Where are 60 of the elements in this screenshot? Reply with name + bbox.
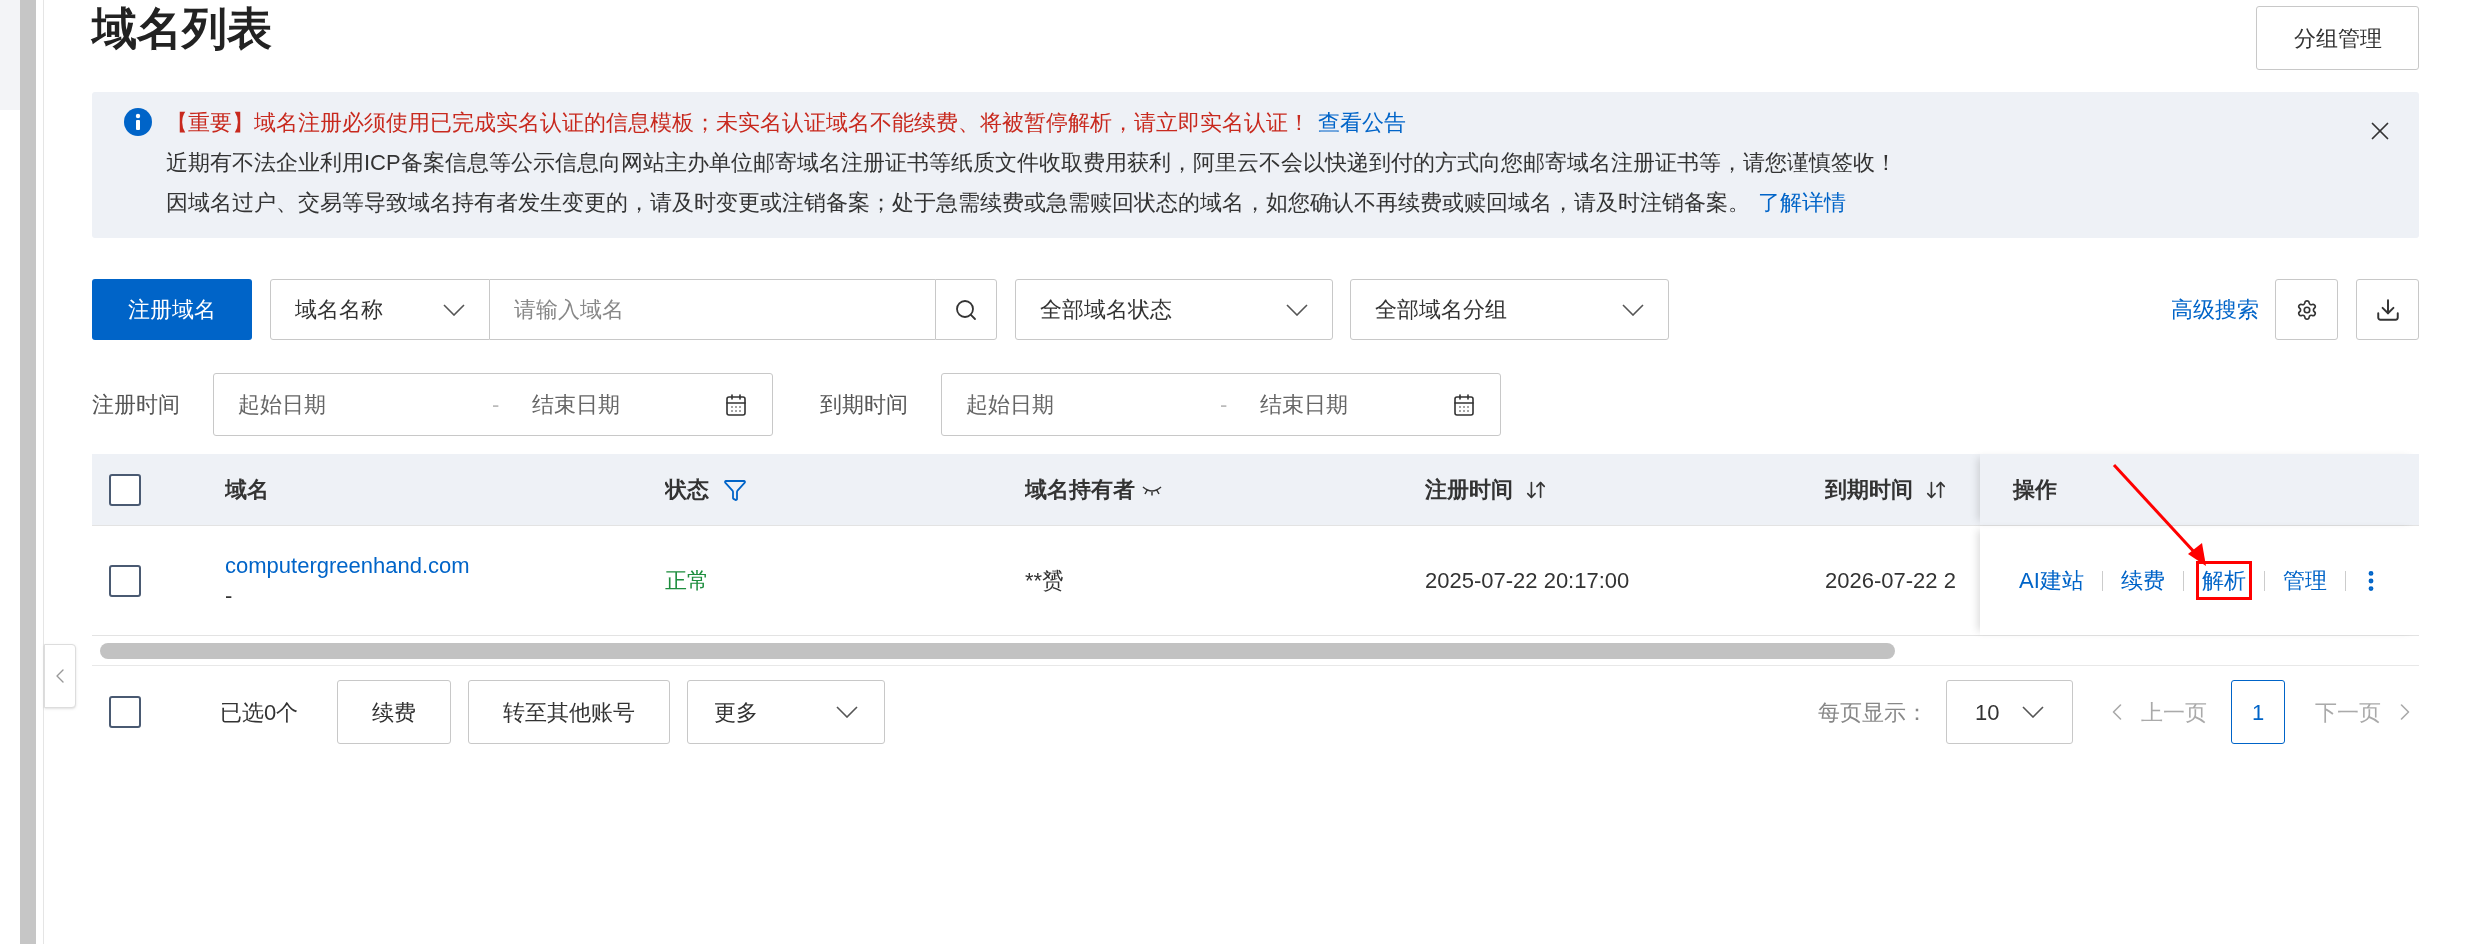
action-link[interactable]: 解析 bbox=[2195, 561, 2252, 600]
date-range-field[interactable]: 起始日期 - 结束日期 bbox=[941, 373, 1501, 436]
action-link[interactable]: AI建站 bbox=[2013, 561, 2090, 600]
settings-button[interactable] bbox=[2275, 279, 2338, 340]
closed-eye-icon[interactable] bbox=[1141, 483, 1163, 496]
scrollbar[interactable] bbox=[20, 0, 36, 944]
notice-text: 【重要】域名注册必须使用已完成实名认证的信息模板；未实名认证域名不能续费、将被暂停解析，请立即实名认证！ bbox=[166, 108, 1310, 137]
page-size-select[interactable]: 10 bbox=[1946, 680, 2073, 744]
date-range-field[interactable]: 起始日期 - 结束日期 bbox=[213, 373, 773, 436]
more-select[interactable]: 更多 bbox=[687, 680, 885, 744]
status-select[interactable]: 全部域名状态 bbox=[1015, 279, 1333, 340]
table-cell-text: **赟 bbox=[1025, 567, 1065, 595]
download-button[interactable] bbox=[2356, 279, 2419, 340]
group-management-button[interactable]: 分组管理 bbox=[2256, 6, 2419, 70]
chevron-down-icon bbox=[1286, 303, 1308, 316]
filter-icon[interactable] bbox=[723, 477, 747, 502]
notice-text: 因域名过户、交易等导致域名持有者发生变更的，请及时变更或注销备案；处于急需续费或急需赎回状态的域名，如您确认不再续费或赎回域名，请及时注销备案。 bbox=[166, 188, 1750, 217]
checkbox[interactable] bbox=[109, 564, 141, 597]
column-header: 注册时间 bbox=[1425, 476, 1513, 504]
column-header: 域名持有者 bbox=[1025, 476, 1135, 504]
notice-link[interactable]: 查看公告 bbox=[1318, 105, 1406, 139]
date-filter-label: 到期时间 bbox=[820, 391, 909, 419]
table-cell-text: 2026-07-22 2 bbox=[1825, 567, 1956, 595]
page-size-label: 每页显示： bbox=[1818, 698, 1928, 727]
batch-action-button[interactable]: 转至其他账号 bbox=[468, 680, 670, 744]
domain-search-field[interactable]: 请输入域名 bbox=[490, 279, 935, 340]
chevron-down-icon bbox=[443, 303, 465, 316]
info-icon bbox=[124, 108, 152, 136]
notice-text: 近期有不法企业利用ICP备案信息等公示信息向网站主办单位邮寄域名注册证书等纸质文件收取费用获利，阿里云不会以快递到付的方式向您邮寄域名注册证书等，请您谨慎签收！ bbox=[166, 148, 1897, 177]
column-header: 到期时间 bbox=[1825, 476, 1913, 504]
selected-count: 已选0个 bbox=[220, 698, 300, 727]
chevron-down-icon bbox=[1622, 303, 1644, 316]
chevron-down-icon bbox=[2022, 706, 2044, 718]
column-header: 域名 bbox=[225, 476, 269, 504]
group-select[interactable]: 全部域名分组 bbox=[1350, 279, 1669, 340]
page-button[interactable]: 1 bbox=[2231, 680, 2285, 744]
chevron-down-icon bbox=[836, 706, 858, 718]
calendar-icon bbox=[1452, 392, 1476, 417]
download-icon bbox=[2374, 296, 2401, 323]
batch-action-button[interactable]: 续费 bbox=[337, 680, 451, 744]
column-header: 操作 bbox=[2013, 476, 2057, 504]
checkbox[interactable] bbox=[109, 696, 141, 728]
register-domain-button[interactable]: 注册域名 bbox=[92, 279, 252, 340]
search-icon bbox=[954, 297, 978, 322]
table-cell-text: 2025-07-22 20:17:00 bbox=[1425, 567, 1630, 595]
checkbox[interactable] bbox=[109, 473, 141, 506]
settings-icon bbox=[2295, 298, 2318, 321]
search-button[interactable] bbox=[935, 279, 997, 340]
status-text: 正常 bbox=[665, 567, 709, 595]
action-link[interactable]: 管理 bbox=[2276, 561, 2333, 600]
search-type-select[interactable]: 域名名称 bbox=[270, 279, 490, 340]
domain-remark: - bbox=[225, 581, 233, 610]
page-title: 域名列表 bbox=[92, 2, 272, 56]
notice-link[interactable]: 了解详情 bbox=[1758, 185, 1846, 219]
domain-link[interactable]: computergreenhand.com bbox=[225, 550, 665, 581]
advanced-search-link[interactable]: 高级搜索 bbox=[2171, 293, 2259, 326]
horizontal-scrollbar[interactable] bbox=[100, 642, 1895, 659]
date-filter-label: 注册时间 bbox=[92, 391, 181, 419]
calendar-icon bbox=[724, 392, 748, 417]
action-link[interactable]: 续费 bbox=[2114, 561, 2171, 600]
